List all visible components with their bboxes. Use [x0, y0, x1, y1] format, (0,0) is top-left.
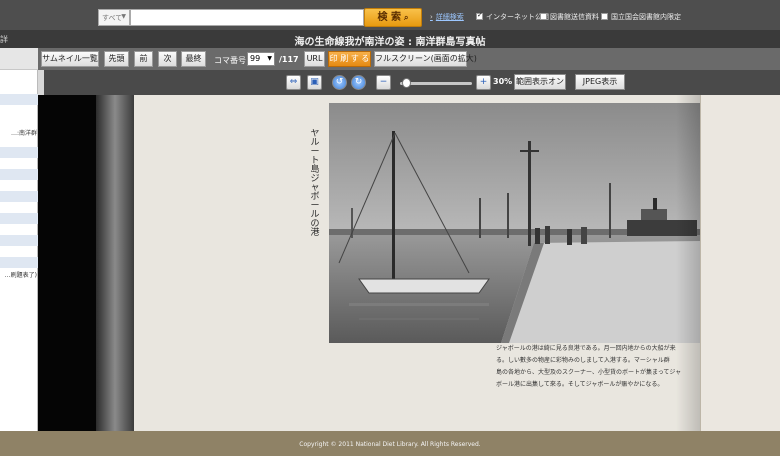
filter-label: 図書館送信資料 [550, 13, 599, 21]
sidebar-row [0, 191, 38, 202]
checkbox-icon[interactable] [540, 13, 547, 20]
url-button[interactable]: URL [304, 51, 325, 67]
search-scope-select[interactable]: すべて ▼ [98, 9, 130, 26]
sidebar-row [0, 257, 38, 268]
caption-line: る。しい數多の物産に彩物みのしまして入港する。マーシャル群 [496, 357, 670, 364]
filter-label: 国立国会図書館内限定 [611, 13, 681, 21]
viewer-toolbar: サムネイル一覧 先頭 前 次 最終 コマ番号 99 ▼ /117 URL 印 刷… [38, 48, 780, 70]
caption-glyph: 港 [310, 228, 320, 238]
advanced-search-label: 詳細検索 [435, 13, 464, 21]
sidebar-header [0, 48, 38, 70]
caption-line: ジャボールの港は綺に見る良港である。月一回内地からの大船が来 [496, 345, 676, 352]
thumbnails-button[interactable]: サムネイル一覧 [41, 51, 99, 67]
footer: Copyright © 2011 National Diet Library. … [0, 431, 780, 456]
search-scope-value: すべて [102, 14, 123, 22]
next-page-button[interactable]: 次 [158, 51, 177, 67]
search-input[interactable] [130, 9, 364, 26]
sidebar-row [0, 213, 38, 224]
dropdown-caret-icon: ▼ [267, 55, 272, 62]
prev-page-button[interactable]: 前 [134, 51, 153, 67]
fit-width-icon[interactable]: ⇔ [286, 75, 301, 90]
book-page: ヤルート島ジャボールの港 ジャボールの港は綺に見る良港である。月一回内地からの大… [134, 95, 701, 431]
copyright-text: Copyright © 2011 National Diet Library. … [299, 441, 481, 448]
sidebar-row [0, 235, 38, 246]
rotate-left-icon[interactable]: ↺ [332, 75, 347, 90]
zoom-in-icon[interactable]: + [476, 75, 491, 90]
rotate-right-icon[interactable]: ↻ [351, 75, 366, 90]
search-bar: すべて ▼ 検 索⌕ ›詳細検索 インターネット公開 図書館送信資料 国立国会図… [0, 0, 780, 30]
sidebar-snippet: …刷題表了) [4, 272, 37, 279]
sidebar-row [0, 169, 38, 180]
fit-page-icon[interactable]: ▣ [307, 75, 322, 90]
magnifier-icon: ⌕ [404, 13, 409, 22]
filter-library-transmission[interactable]: 図書館送信資料 [540, 12, 599, 22]
last-page-button[interactable]: 最終 [181, 51, 206, 67]
frame-number-value: 99 [250, 54, 261, 63]
checkbox-icon[interactable] [601, 13, 608, 20]
fullscreen-button[interactable]: フルスクリーン(画面の拡大) [374, 51, 477, 67]
page-background [38, 95, 96, 431]
print-button[interactable]: 印 刷 す る [328, 51, 371, 67]
frame-number-select[interactable]: 99 ▼ [247, 52, 275, 66]
frame-total: /117 [279, 55, 299, 64]
zoom-out-icon[interactable]: − [376, 75, 391, 90]
title-bar: 詳 海の生命線我が南洋の姿 : 南洋群島写真帖 [0, 30, 780, 48]
dropdown-caret-icon: ▼ [121, 13, 126, 20]
vertical-photo-title: ヤルート島ジャボールの港 [308, 130, 322, 238]
caption-line: ボール港に出集して來る。そしてジャボールが賑やかになる。 [496, 381, 664, 388]
jpeg-view-button[interactable]: JPEG表示 [575, 74, 625, 90]
photo-caption: ジャボールの港は綺に見る良港である。月一回内地からの大船が来 る。しい數多の物産… [496, 343, 712, 391]
zoom-slider-handle[interactable] [402, 78, 411, 88]
advanced-search-link[interactable]: › 詳細検索 [430, 12, 464, 22]
sidebar-row [0, 94, 38, 105]
sidebar: …:南洋群 …刷題表了) [0, 48, 38, 431]
zoom-level: 30% [493, 77, 513, 86]
caption-line: 島の各地から、大型及のスクーナー、小型貨のボートが集まってジャ [496, 369, 682, 376]
arrow-icon: › [430, 13, 433, 21]
search-button-label: 検 索 [377, 12, 401, 23]
filter-ndl-only[interactable]: 国立国会図書館内限定 [601, 12, 681, 22]
search-button[interactable]: 検 索 ⌕ [364, 8, 422, 27]
frame-number-label: コマ番号 [214, 56, 246, 65]
image-controls: ⇔ ▣ ↺ ↻ − + 30% 範囲表示オン JPEG表示 [44, 70, 780, 95]
harbor-photograph [329, 103, 701, 343]
sidebar-row [0, 147, 38, 158]
checkbox-checked-icon[interactable] [476, 11, 483, 20]
document-title: 海の生命線我が南洋の姿 : 南洋群島写真帖 [294, 37, 486, 48]
first-page-button[interactable]: 先頭 [104, 51, 129, 67]
sidebar-snippet: …:南洋群 [10, 130, 37, 137]
page-image-viewer[interactable]: ヤルート島ジャボールの港 ジャボールの港は綺に見る良港である。月一回内地からの大… [38, 95, 780, 431]
facing-page [700, 95, 780, 431]
book-spine [96, 95, 134, 431]
filter-internet-public[interactable]: インターネット公開 [476, 11, 549, 22]
split-view-button[interactable]: 範囲表示オン [514, 74, 566, 90]
